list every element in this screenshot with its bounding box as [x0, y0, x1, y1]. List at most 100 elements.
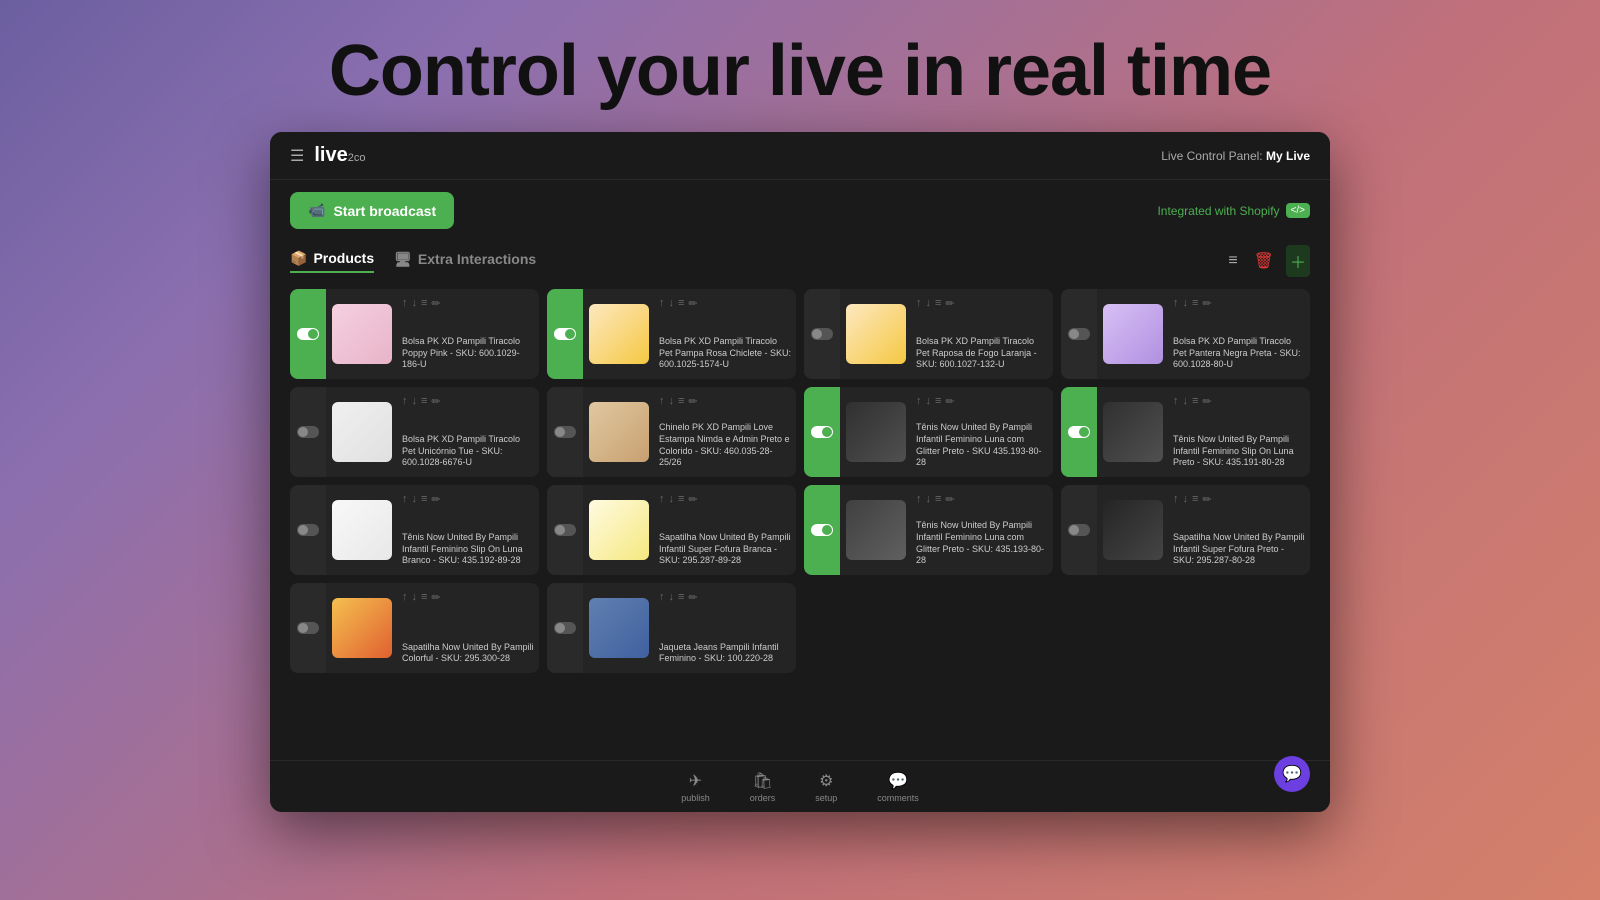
move-down-icon[interactable]: ↓ — [1183, 493, 1189, 506]
chat-fab[interactable]: 💬 — [1274, 756, 1310, 792]
move-up-icon[interactable]: ↑ — [916, 297, 922, 310]
nav-item-publish[interactable]: ✈ publish — [681, 771, 710, 803]
product-title: Sapatilha Now United By Pampili Infantil… — [659, 532, 792, 567]
move-up-icon[interactable]: ↑ — [916, 493, 922, 506]
product-title: Bolsa PK XD Pampili Tiracolo Pet Pantera… — [1173, 336, 1306, 371]
product-toggle[interactable] — [811, 524, 833, 536]
orders-icon: 🛍 — [752, 771, 772, 791]
product-toggle[interactable] — [1068, 524, 1090, 536]
product-toggle[interactable] — [811, 426, 833, 438]
list-icon[interactable]: ≡ — [935, 395, 941, 408]
move-up-icon[interactable]: ↑ — [916, 395, 922, 408]
edit-icon[interactable]: ✏ — [945, 493, 954, 506]
list-icon[interactable]: ≡ — [421, 297, 427, 310]
product-image — [1103, 500, 1163, 560]
product-title: Sapatilha Now United By Pampili Colorful… — [402, 642, 535, 665]
card-active-indicator — [547, 485, 583, 575]
list-view-button[interactable]: ≡ — [1224, 248, 1241, 274]
product-toggle[interactable] — [1068, 328, 1090, 340]
setup-label: setup — [815, 793, 837, 803]
tab-products[interactable]: 📦 Products — [290, 250, 374, 273]
list-icon[interactable]: ≡ — [678, 493, 684, 506]
grid: ↑ ↓ ≡ ✏ Bolsa PK XD Pampili Tiracolo Pop… — [290, 289, 1310, 673]
delete-button[interactable]: 🗑 — [1250, 247, 1278, 275]
move-up-icon[interactable]: ↑ — [1173, 493, 1179, 506]
product-toggle[interactable] — [1068, 426, 1090, 438]
list-icon[interactable]: ≡ — [678, 591, 684, 604]
edit-icon[interactable]: ✏ — [945, 297, 954, 310]
product-toggle[interactable] — [297, 524, 319, 536]
start-broadcast-button[interactable]: 📹 Start broadcast — [290, 192, 454, 229]
move-down-icon[interactable]: ↓ — [412, 297, 418, 310]
nav-item-setup[interactable]: ⚙ setup — [815, 771, 837, 803]
edit-icon[interactable]: ✏ — [688, 591, 697, 604]
move-up-icon[interactable]: ↑ — [1173, 395, 1179, 408]
move-down-icon[interactable]: ↓ — [1183, 395, 1189, 408]
list-icon[interactable]: ≡ — [678, 297, 684, 310]
move-down-icon[interactable]: ↓ — [669, 591, 675, 604]
move-down-icon[interactable]: ↓ — [926, 395, 932, 408]
move-down-icon[interactable]: ↓ — [412, 591, 418, 604]
list-icon[interactable]: ≡ — [935, 297, 941, 310]
edit-icon[interactable]: ✏ — [1202, 297, 1211, 310]
hamburger-icon[interactable]: ☰ — [290, 146, 304, 166]
move-up-icon[interactable]: ↑ — [659, 395, 665, 408]
edit-icon[interactable]: ✏ — [431, 493, 440, 506]
move-down-icon[interactable]: ↓ — [412, 493, 418, 506]
product-card: ↑ ↓ ≡ ✏ Bolsa PK XD Pampili Tiracolo Pet… — [547, 289, 796, 379]
edit-icon[interactable]: ✏ — [1202, 493, 1211, 506]
edit-icon[interactable]: ✏ — [431, 395, 440, 408]
toolbar: 📹 Start broadcast Integrated with Shopif… — [270, 180, 1330, 241]
edit-icon[interactable]: ✏ — [945, 395, 954, 408]
tab-extra-interactions[interactable]: 🖥 Extra Interactions — [394, 251, 536, 272]
product-title: Sapatilha Now United By Pampili Infantil… — [1173, 532, 1306, 567]
move-up-icon[interactable]: ↑ — [402, 493, 408, 506]
move-down-icon[interactable]: ↓ — [669, 395, 675, 408]
list-icon[interactable]: ≡ — [1192, 297, 1198, 310]
list-icon[interactable]: ≡ — [1192, 493, 1198, 506]
list-icon[interactable]: ≡ — [1192, 395, 1198, 408]
move-up-icon[interactable]: ↑ — [1173, 297, 1179, 310]
edit-icon[interactable]: ✏ — [688, 493, 697, 506]
list-icon[interactable]: ≡ — [421, 493, 427, 506]
move-up-icon[interactable]: ↑ — [659, 493, 665, 506]
product-toggle[interactable] — [554, 426, 576, 438]
move-up-icon[interactable]: ↑ — [659, 591, 665, 604]
edit-icon[interactable]: ✏ — [1202, 395, 1211, 408]
product-image — [846, 304, 906, 364]
nav-item-comments[interactable]: 💬 comments — [877, 771, 919, 803]
move-up-icon[interactable]: ↑ — [402, 591, 408, 604]
edit-icon[interactable]: ✏ — [431, 297, 440, 310]
move-down-icon[interactable]: ↓ — [926, 493, 932, 506]
move-up-icon[interactable]: ↑ — [402, 395, 408, 408]
move-down-icon[interactable]: ↓ — [1183, 297, 1189, 310]
list-icon[interactable]: ≡ — [421, 591, 427, 604]
comments-label: comments — [877, 793, 919, 803]
nav-item-orders[interactable]: 🛍 orders — [750, 771, 776, 803]
move-up-icon[interactable]: ↑ — [402, 297, 408, 310]
edit-icon[interactable]: ✏ — [688, 395, 697, 408]
product-title: Chinelo PK XD Pampili Love Estampa Nimda… — [659, 422, 792, 469]
add-button[interactable]: ＋ — [1286, 245, 1310, 277]
list-icon[interactable]: ≡ — [678, 395, 684, 408]
move-down-icon[interactable]: ↓ — [669, 493, 675, 506]
product-toggle[interactable] — [297, 426, 319, 438]
product-toggle[interactable] — [297, 622, 319, 634]
move-down-icon[interactable]: ↓ — [926, 297, 932, 310]
product-image — [332, 402, 392, 462]
product-toggle[interactable] — [297, 328, 319, 340]
move-down-icon[interactable]: ↓ — [412, 395, 418, 408]
products-grid: ↑ ↓ ≡ ✏ Bolsa PK XD Pampili Tiracolo Pop… — [270, 285, 1330, 760]
move-up-icon[interactable]: ↑ — [659, 297, 665, 310]
product-toggle[interactable] — [554, 622, 576, 634]
edit-icon[interactable]: ✏ — [688, 297, 697, 310]
product-toggle[interactable] — [554, 524, 576, 536]
list-icon[interactable]: ≡ — [935, 493, 941, 506]
product-card: ↑ ↓ ≡ ✏ Sapatilha Now United By Pampili … — [1061, 485, 1310, 575]
move-down-icon[interactable]: ↓ — [669, 297, 675, 310]
edit-icon[interactable]: ✏ — [431, 591, 440, 604]
product-toggle[interactable] — [554, 328, 576, 340]
product-toggle[interactable] — [811, 328, 833, 340]
card-actions: ↑ ↓ ≡ ✏ — [402, 297, 535, 310]
list-icon[interactable]: ≡ — [421, 395, 427, 408]
